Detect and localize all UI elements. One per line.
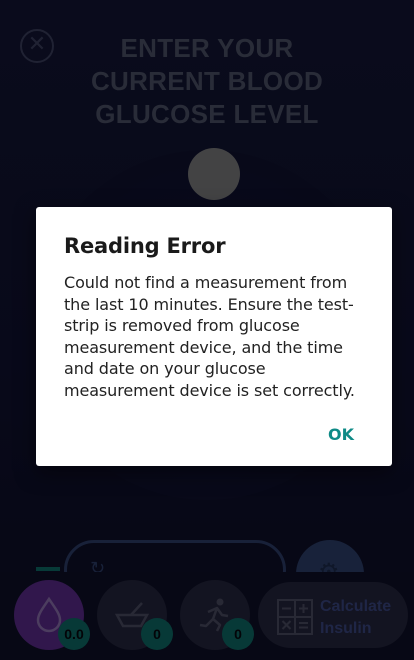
dialog-message: Could not find a measurement from the la… (64, 273, 355, 400)
reading-error-dialog: Reading Error Could not find a measureme… (36, 207, 392, 466)
ok-button[interactable]: OK (328, 425, 354, 444)
dialog-title: Reading Error (64, 234, 226, 258)
